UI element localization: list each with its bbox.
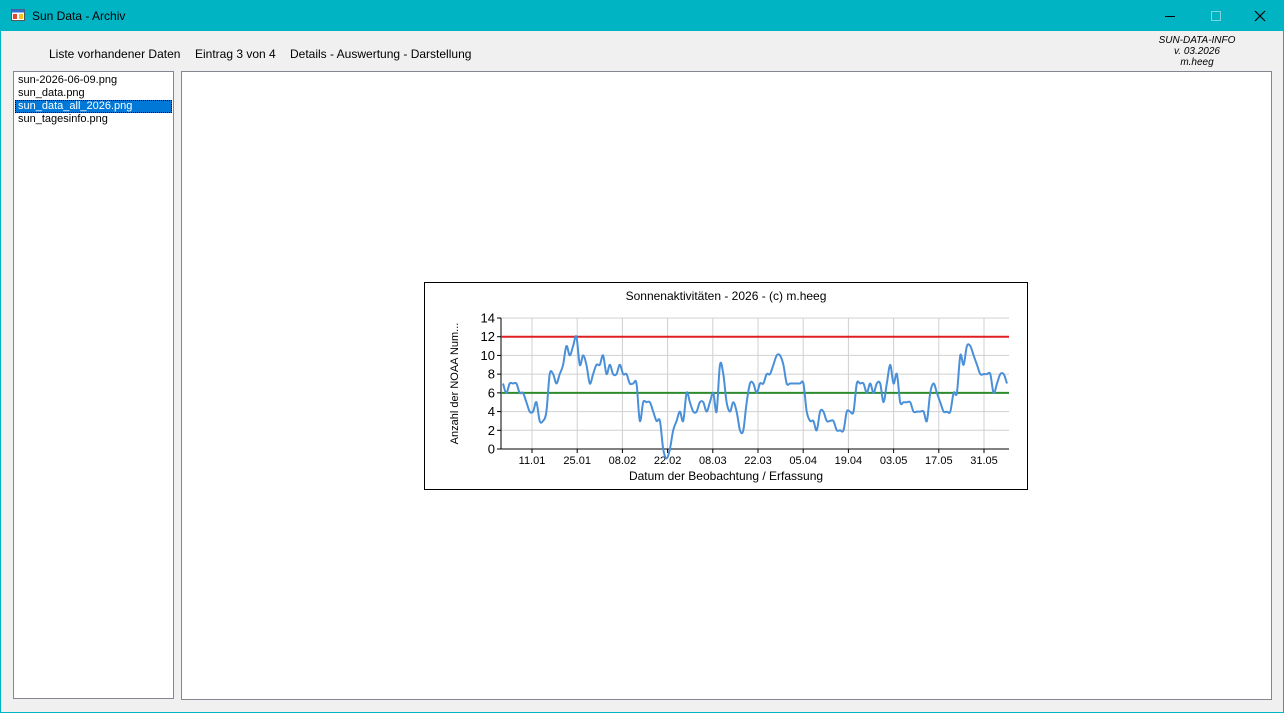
file-item[interactable]: sun_data.png [15, 87, 172, 100]
minimize-button[interactable] [1147, 1, 1193, 31]
maximize-icon [1211, 11, 1221, 21]
file-item[interactable]: sun-2026-06-09.png [15, 74, 172, 87]
window-title: Sun Data - Archiv [32, 9, 126, 23]
y-tick-label: 14 [481, 311, 495, 326]
x-axis-label: Datum der Beobachtung / Erfassung [629, 469, 823, 483]
file-listbox[interactable]: sun-2026-06-09.png sun_data.png sun_data… [13, 71, 174, 699]
entry-counter: Eintrag 3 von 4 [195, 47, 276, 61]
sun-activity-series-line [502, 335, 1008, 460]
version-info: SUN-DATA-INFO v. 03.2026 m.heeg [1151, 35, 1243, 68]
chart-svg: Sonnenaktivitäten - 2026 - (c) m.heeg 0 2 4… [449, 289, 1009, 483]
y-tick-label: 10 [481, 348, 495, 363]
main-window: Sun Data - Archiv Liste vorhandener Date… [0, 0, 1284, 713]
x-tick-label: 25.01 [563, 455, 591, 467]
y-axis-label: Anzahl der NOAA Num... [449, 323, 461, 445]
x-tick-label: 03.05 [880, 455, 908, 467]
y-tick-label: 8 [488, 367, 495, 382]
y-tick-label: 6 [488, 385, 495, 400]
minimize-icon [1165, 16, 1175, 17]
y-tick-label: 4 [488, 404, 495, 419]
sun-activity-chart: Sonnenaktivitäten - 2026 - (c) m.heeg 0 2 4… [424, 282, 1028, 490]
x-tick-label: 31.05 [970, 455, 998, 467]
info-version: v. 03.2026 [1174, 46, 1220, 57]
details-label: Details - Auswertung - Darstellung [290, 47, 472, 61]
file-item-selected[interactable]: sun_data_all_2026.png [15, 100, 172, 113]
x-tick-label: 17.05 [925, 455, 953, 467]
x-tick-label: 08.03 [699, 455, 727, 467]
app-window-icon [11, 9, 25, 21]
info-title: SUN-DATA-INFO [1158, 35, 1236, 46]
list-label: Liste vorhandener Daten [49, 47, 181, 61]
info-author: m.heeg [1180, 57, 1214, 68]
x-tick-label: 08.02 [609, 455, 637, 467]
close-icon [1254, 10, 1266, 22]
x-tick-label: 11.01 [519, 455, 546, 467]
y-tick-label: 2 [488, 423, 495, 438]
x-tick-label: 05.04 [789, 455, 817, 467]
close-button[interactable] [1237, 1, 1283, 31]
x-tick-label: 22.03 [744, 455, 772, 467]
chart-title: Sonnenaktivitäten - 2026 - (c) m.heeg [626, 289, 827, 303]
file-item[interactable]: sun_tagesinfo.png [15, 113, 172, 126]
y-tick-label: 0 [488, 442, 495, 457]
y-tick-label: 12 [481, 329, 495, 344]
x-tick-label: 19.04 [835, 455, 863, 467]
title-bar[interactable]: Sun Data - Archiv [1, 1, 1283, 31]
maximize-button[interactable] [1193, 1, 1239, 31]
